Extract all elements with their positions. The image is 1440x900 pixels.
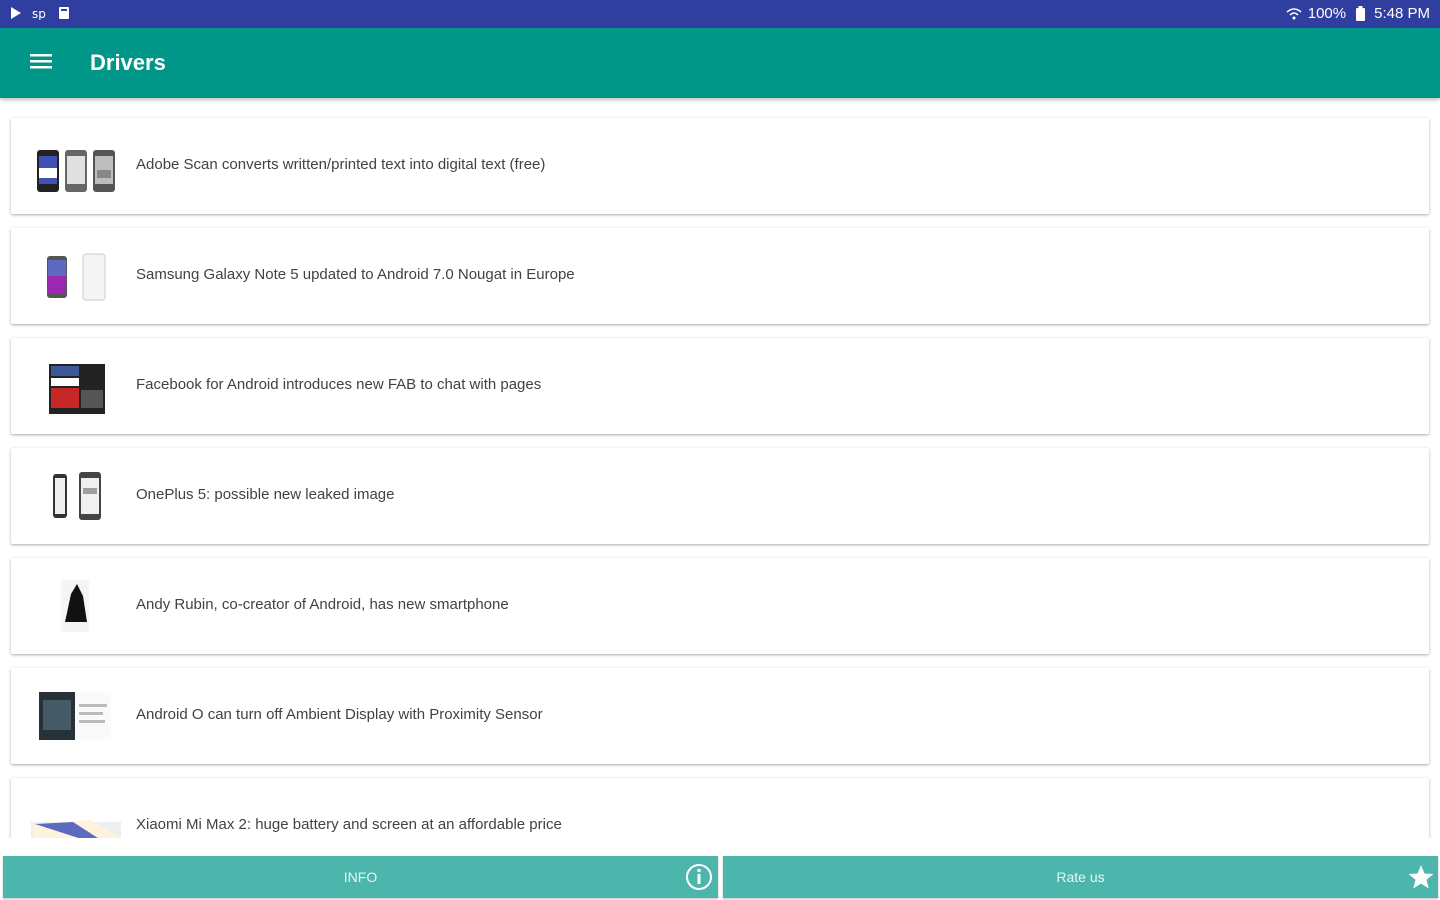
rate-us-button-label: Rate us xyxy=(1056,869,1105,885)
info-icon xyxy=(684,862,714,892)
facebook-screens-thumbnail xyxy=(31,356,121,416)
star-icon xyxy=(1406,862,1436,892)
article-card[interactable]: Adobe Scan converts written/printed text… xyxy=(11,118,1429,214)
article-card[interactable]: Samsung Galaxy Note 5 updated to Android… xyxy=(11,228,1429,324)
article-card[interactable]: Andy Rubin, co-creator of Android, has n… xyxy=(11,558,1429,654)
three-phones-thumbnail xyxy=(31,136,121,196)
article-title: Andy Rubin, co-creator of Android, has n… xyxy=(136,596,509,613)
sync-icon: sp xyxy=(32,5,48,21)
info-button-label: INFO xyxy=(343,869,378,885)
bottom-bar: INFO Rate us xyxy=(0,838,1440,900)
tablet-screen-thumbnail xyxy=(31,686,121,746)
app-bar: Drivers xyxy=(0,28,1440,98)
oneplus-phones-thumbnail xyxy=(31,466,121,526)
svg-text:sp: sp xyxy=(32,7,46,20)
info-button[interactable]: INFO xyxy=(3,856,718,898)
article-card[interactable]: Android O can turn off Ambient Display w… xyxy=(11,668,1429,764)
status-bar-left: sp xyxy=(8,5,72,21)
status-bar: sp 100% 5:48 PM xyxy=(0,0,1440,28)
article-card[interactable]: Facebook for Android introduces new FAB … xyxy=(11,338,1429,434)
wifi-icon xyxy=(1286,6,1302,22)
battery-icon xyxy=(1352,6,1368,22)
xiaomi-phone-thumbnail xyxy=(31,796,121,838)
status-bar-right: 100% 5:48 PM xyxy=(1286,5,1430,22)
article-title: Android O can turn off Ambient Display w… xyxy=(136,706,543,723)
article-card[interactable]: OnePlus 5: possible new leaked image xyxy=(11,448,1429,544)
article-card[interactable]: Xiaomi Mi Max 2: huge battery and screen… xyxy=(11,778,1429,838)
page-title: Drivers xyxy=(90,50,166,75)
status-time: 5:48 PM xyxy=(1374,5,1430,22)
article-title: Xiaomi Mi Max 2: huge battery and screen… xyxy=(136,816,562,833)
article-title: Adobe Scan converts written/printed text… xyxy=(136,156,546,173)
menu-button[interactable] xyxy=(24,49,58,77)
galaxy-note-thumbnail xyxy=(31,246,121,306)
download-icon xyxy=(56,5,72,21)
article-title: Samsung Galaxy Note 5 updated to Android… xyxy=(136,266,575,283)
battery-percent: 100% xyxy=(1307,5,1347,22)
play-store-icon xyxy=(8,5,24,21)
hamburger-menu-icon xyxy=(30,52,52,75)
article-list[interactable]: Adobe Scan converts written/printed text… xyxy=(0,98,1440,838)
article-title: OnePlus 5: possible new leaked image xyxy=(136,486,395,503)
article-title: Facebook for Android introduces new FAB … xyxy=(136,376,542,393)
black-phone-thumbnail xyxy=(31,576,121,636)
rate-us-button[interactable]: Rate us xyxy=(723,856,1438,898)
